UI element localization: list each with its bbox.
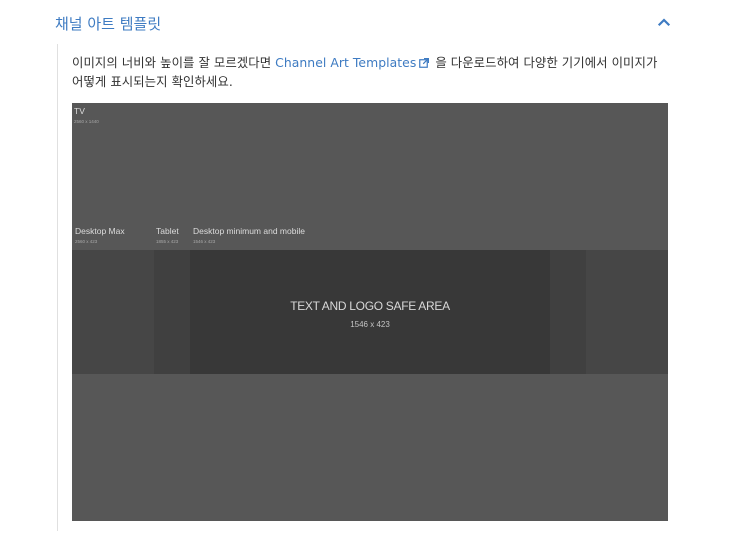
zone-tablet (154, 250, 190, 374)
desktop-max-label: Desktop Max (75, 226, 125, 236)
safe-area-size: 1546 x 423 (350, 320, 390, 329)
safe-area-label: TEXT AND LOGO SAFE AREA (290, 299, 450, 313)
external-link-icon[interactable] (419, 58, 430, 68)
tablet-label: Tablet (156, 226, 179, 236)
zone-desktop-max-right (586, 250, 668, 374)
channel-art-template-image: TV 2560 x 1440 Desktop Max 2560 x 423 Ta… (72, 103, 668, 521)
tv-size: 2560 x 1440 (74, 119, 99, 124)
accordion-header[interactable]: 채널 아트 템플릿 (55, 10, 675, 38)
accordion-title[interactable]: 채널 아트 템플릿 (55, 13, 161, 34)
desktop-min-size: 1546 x 423 (193, 239, 216, 244)
chevron-up-icon[interactable] (657, 15, 671, 29)
description-text-before: 이미지의 너비와 높이를 잘 모르겠다면 (72, 55, 276, 70)
zone-tablet-right (550, 250, 586, 374)
description-paragraph: 이미지의 너비와 높이를 잘 모르겠다면 Channel Art Templat… (72, 53, 672, 91)
help-article-section: 채널 아트 템플릿 이미지의 너비와 높이를 잘 모르겠다면 Channel A… (0, 0, 740, 541)
channel-art-templates-link-label[interactable]: Channel Art Templates (275, 55, 416, 70)
section-divider (57, 44, 58, 531)
zone-desktop-max (72, 250, 154, 374)
channel-art-templates-link[interactable]: Channel Art Templates (275, 55, 431, 70)
tablet-size: 1855 x 423 (156, 239, 179, 244)
desktop-min-label: Desktop minimum and mobile (193, 226, 305, 236)
desktop-max-size: 2560 x 423 (75, 239, 98, 244)
tv-label: TV (74, 106, 85, 116)
